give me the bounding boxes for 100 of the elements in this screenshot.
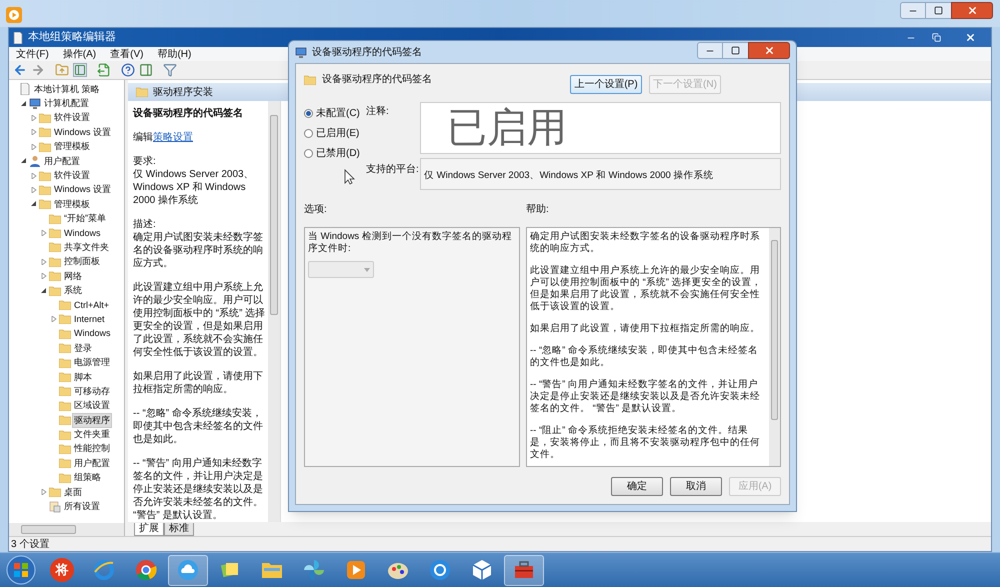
tree-item[interactable]: 组策略	[72, 470, 103, 486]
tree-item[interactable]: 控制面板	[62, 254, 102, 270]
description-text: 仅 Windows Server 2003、Windows XP 和 Windows 2000 操作系统	[133, 168, 255, 207]
folder-icon	[39, 142, 51, 152]
policy-settings-link[interactable]: 策略设置	[153, 131, 193, 144]
export-icon[interactable]	[97, 63, 111, 77]
radio-button[interactable]	[304, 128, 313, 138]
collapsed-arrow-icon[interactable]	[31, 186, 37, 193]
menu-item[interactable]: 查看(V)	[110, 46, 144, 62]
tree-item[interactable]: 本地计算机 策略	[32, 82, 102, 97]
tree-item[interactable]: 电源管理	[72, 355, 112, 370]
expanded-arrow-icon[interactable]	[31, 201, 37, 208]
horizontal-scrollbar[interactable]	[9, 523, 124, 536]
expanded-arrow-icon[interactable]	[41, 288, 47, 294]
folder-icon	[49, 286, 61, 296]
dropdown-arrow-icon	[364, 268, 370, 272]
radio-option[interactable]: 未配置(C)	[304, 106, 366, 120]
folder-icon	[59, 343, 71, 354]
collapsed-arrow-icon[interactable]	[31, 172, 37, 179]
tree-item[interactable]: 驱动程序	[72, 412, 112, 428]
tree-item[interactable]: 登录	[72, 340, 94, 356]
collapsed-arrow-icon[interactable]	[41, 230, 47, 236]
tree-item[interactable]: 桌面	[62, 484, 84, 500]
document-icon	[19, 83, 31, 96]
close-button[interactable]	[951, 2, 993, 19]
folder-icon	[49, 242, 61, 252]
tree-item[interactable]: 管理模板	[52, 139, 92, 154]
tree-item[interactable]: 文件夹重	[72, 427, 112, 442]
taskbar-app-icon[interactable]	[470, 558, 494, 582]
tree-item[interactable]: “开始”菜单	[62, 211, 108, 226]
tree-item[interactable]: 计算机配置	[42, 96, 91, 112]
menu-item[interactable]: 操作(A)	[62, 46, 96, 62]
tree-item[interactable]: Windows 设置	[52, 182, 114, 198]
close-button[interactable]	[748, 42, 790, 59]
expanded-arrow-icon[interactable]	[21, 100, 27, 107]
taskbar-app-icon[interactable]	[302, 558, 326, 582]
radio-option[interactable]: 已禁用(D)	[304, 146, 366, 160]
tree-item[interactable]: 用户配置	[72, 456, 112, 471]
panel-icon[interactable]	[73, 63, 87, 77]
tree-item[interactable]: 用户配置	[42, 154, 82, 169]
tree-item[interactable]: 管理模板	[52, 196, 92, 212]
dialog-button[interactable]: 确定	[611, 477, 663, 496]
help-scrollbar[interactable]	[769, 228, 780, 466]
edit-label: 编辑	[133, 131, 153, 144]
taskbar-app-icon[interactable]: 将	[50, 558, 74, 582]
tree-item[interactable]: 所有设置	[62, 499, 102, 514]
collapsed-arrow-icon[interactable]	[31, 114, 37, 121]
view-tab[interactable]: 标准	[164, 523, 194, 536]
properties-icon[interactable]	[139, 63, 153, 77]
expanded-arrow-icon[interactable]	[21, 158, 27, 164]
tree-item[interactable]: 软件设置	[52, 110, 92, 126]
tree-item[interactable]: 可移动存	[72, 384, 112, 399]
tree-item[interactable]: 共享文件夹	[62, 240, 111, 255]
folder-icon	[59, 458, 71, 468]
help-icon[interactable]	[121, 63, 135, 77]
tree-item[interactable]: 性能控制	[72, 441, 112, 456]
close-icon	[964, 32, 976, 43]
window-title: 本地组策略编辑器	[28, 30, 116, 46]
folder-up-icon[interactable]	[55, 63, 69, 77]
start-button[interactable]	[6, 555, 36, 585]
radio-option[interactable]: 已启用(E)	[304, 126, 366, 140]
tree-item[interactable]: Windows	[72, 326, 113, 342]
taskbar-app-icon[interactable]	[134, 558, 158, 582]
computer-icon	[295, 46, 307, 58]
collapsed-arrow-icon[interactable]	[41, 489, 47, 496]
maximize-button[interactable]	[723, 42, 748, 59]
tree-item[interactable]: 软件设置	[52, 168, 92, 184]
menu-item[interactable]: 文件(F)	[16, 46, 49, 62]
view-tab[interactable]: 扩展	[134, 523, 164, 536]
tree-item[interactable]: Internet	[72, 312, 107, 327]
taskbar-app-icon[interactable]	[344, 558, 368, 582]
dialog-button[interactable]: 取消	[670, 477, 722, 496]
collapsed-arrow-icon[interactable]	[51, 316, 57, 322]
taskbar-app-icon[interactable]	[428, 558, 452, 582]
filter-icon[interactable]	[163, 63, 177, 77]
folder-icon	[49, 271, 61, 282]
tree-item[interactable]: 脚本	[72, 370, 94, 385]
collapsed-arrow-icon[interactable]	[41, 258, 47, 265]
tree-item[interactable]: 区域设置	[72, 398, 112, 414]
taskbar-app-icon[interactable]	[92, 558, 116, 582]
user-icon	[29, 155, 41, 168]
radio-button[interactable]	[304, 108, 313, 118]
collapsed-arrow-icon[interactable]	[31, 129, 37, 136]
collapsed-arrow-icon[interactable]	[31, 144, 37, 150]
tree-item[interactable]: Windows 设置	[52, 124, 114, 140]
back-icon[interactable]	[13, 63, 27, 77]
tree-item[interactable]: Ctrl+Alt+	[72, 298, 112, 313]
tree-item[interactable]: Windows	[62, 226, 103, 241]
tree-item[interactable]: 网络	[62, 268, 84, 284]
nav-button[interactable]: 上一个设置(P)	[570, 75, 642, 94]
folder-icon	[136, 87, 148, 97]
radio-button[interactable]	[304, 148, 313, 158]
forward-icon[interactable]	[31, 63, 45, 77]
maximize-button[interactable]	[926, 2, 951, 19]
vertical-scrollbar[interactable]	[268, 101, 280, 522]
menu-item[interactable]: 帮助(H)	[157, 46, 192, 62]
collapsed-arrow-icon[interactable]	[41, 273, 47, 280]
taskbar-app-icon[interactable]	[176, 558, 200, 582]
tree-item[interactable]: 系统	[62, 283, 84, 298]
comment-field[interactable]: 已启用	[420, 102, 781, 154]
